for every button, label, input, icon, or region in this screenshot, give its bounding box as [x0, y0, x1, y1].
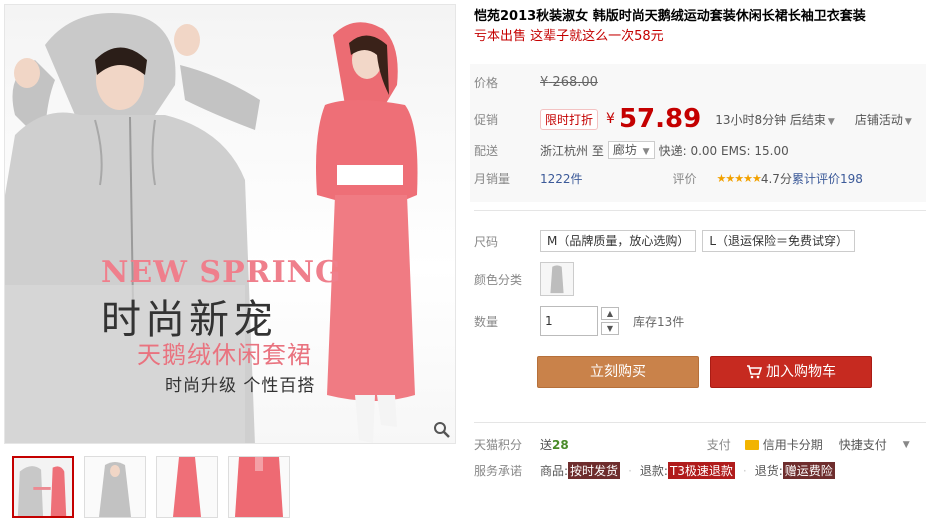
fast-refund-tag[interactable]: T3极速退款 [667, 462, 735, 479]
points-send: 送 [540, 438, 553, 452]
size-label: 尺码 [474, 234, 499, 249]
cart-icon [747, 365, 763, 379]
shop-event-dropdown[interactable]: 店铺活动 ▼ [855, 111, 912, 128]
thumbnail-4[interactable] [228, 456, 290, 518]
color-label: 颜色分类 [474, 272, 523, 287]
quantity-stepper: ▲ ▼ [601, 307, 619, 335]
thumbnail-1[interactable] [12, 456, 74, 518]
shipping-row: 配送 浙江杭州 至 廊坊 ▼ 快递: 0.00 EMS: 15.00 [474, 141, 789, 159]
product-title: 恺苑2013秋装淑女 韩版时尚天鹅绒运动套装休闲长裙长袖卫衣套装 [474, 9, 866, 24]
quantity-decrease-button[interactable]: ▼ [601, 322, 619, 335]
quantity-increase-button[interactable]: ▲ [601, 307, 619, 320]
color-row: 颜色分类 [474, 262, 574, 296]
thumbnail-strip [12, 456, 290, 520]
thumbnail-3[interactable] [156, 456, 218, 518]
main-product-image[interactable]: NEW SPRING 时尚新宠 天鹅绒休闲套裙 时尚升级 个性百搭 [4, 4, 456, 444]
service-label: 服务承诺 [474, 464, 523, 478]
service-row: 服务承诺 商品: 按时发货 · 退款: T3极速退款 · 退货: 赠运费险 [474, 462, 835, 479]
promo-price-label: 促销 [474, 112, 499, 127]
chevron-down-icon: ▼ [827, 116, 835, 127]
promo-headline-en: NEW SPRING [101, 255, 342, 290]
chevron-down-icon[interactable]: ▼ [903, 440, 910, 450]
destination-select[interactable]: 廊坊 ▼ [607, 141, 655, 159]
credit-installment[interactable]: 信用卡分期 [744, 436, 823, 453]
divider [474, 210, 926, 211]
quantity-label: 数量 [474, 314, 499, 329]
shipping-fee: 快递: 0.00 EMS: 15.00 [658, 143, 789, 158]
divider [474, 422, 926, 423]
original-price-row: 价格 ¥ 268.00 [474, 74, 598, 91]
return-label: 退货: [754, 464, 783, 478]
quick-pay[interactable]: 快捷支付 [839, 436, 887, 453]
size-option-m[interactable]: M（品牌质量，放心选购） [540, 230, 697, 252]
separator: · [742, 463, 747, 478]
promo-price: 57.89 [618, 104, 702, 134]
chevron-down-icon: ▼ [642, 147, 650, 157]
zoom-icon[interactable] [433, 421, 451, 439]
on-time-delivery-tag[interactable]: 按时发货 [568, 462, 621, 479]
chevron-down-icon: ▼ [904, 116, 912, 127]
add-to-cart-button[interactable]: 加入购物车 [710, 356, 872, 388]
model-pink-outfit [316, 22, 418, 443]
shipping-from: 浙江杭州 至 [540, 143, 604, 158]
refund-label: 退款: [639, 464, 668, 478]
points-label: 天猫积分 [474, 438, 523, 452]
rating-score: 4.7分 [760, 172, 792, 186]
stock-count: 库存13件 [633, 314, 685, 329]
shipping-label: 配送 [474, 143, 499, 158]
original-price: ¥ 268.00 [540, 75, 598, 90]
promo-tagline: 时尚升级 个性百搭 [165, 376, 316, 396]
promo-currency: ¥ [606, 111, 615, 127]
buy-now-button[interactable]: 立刻购买 [537, 356, 699, 388]
original-price-label: 价格 [474, 76, 499, 90]
payment-label: 支付 [706, 438, 731, 452]
promo-subline: 天鹅绒休闲套裙 [137, 341, 312, 369]
monthly-sales-label: 月销量 [474, 172, 511, 186]
size-option-l[interactable]: L（退运保险＝免费试穿） [702, 230, 856, 252]
points-value: 28 [552, 437, 569, 452]
product-page: NEW SPRING 时尚新宠 天鹅绒休闲套裙 时尚升级 个性百搭 恺苑2013… [0, 0, 930, 522]
monthly-sales-value: 1222件 [540, 172, 583, 186]
return-insurance-tag[interactable]: 赠运费险 [782, 462, 835, 479]
thumbnail-2[interactable] [84, 456, 146, 518]
promo-price-row: 促销 限时打折 ¥ 57.89 13小时8分钟 后结束 ▼ 店铺活动 ▼ [474, 104, 912, 134]
promo-badge: 限时打折 [540, 108, 599, 130]
product-subtitle: 亏本出售 这辈子就这么一次58元 [474, 29, 664, 44]
credit-card-icon [744, 440, 759, 450]
promo-countdown[interactable]: 13小时8分钟 后结束 ▼ [715, 111, 835, 128]
points-row: 天猫积分 送 28 支付 信用卡分期 快捷支付 ▼ [474, 436, 910, 453]
quantity-input[interactable] [540, 306, 598, 336]
review-count-link[interactable]: 累计评价198 [792, 170, 863, 187]
size-row: 尺码 M（品牌质量，放心选购） L（退运保险＝免费试穿） [474, 230, 861, 252]
rating-label: 评价 [672, 172, 697, 186]
sales-row: 月销量 1222件 评价 ★★★★★ 4.7分 累计评价198 [474, 170, 863, 187]
goods-label: 商品: [540, 464, 569, 478]
rating-stars: ★★★★★ [716, 172, 762, 185]
separator: · [628, 463, 632, 478]
quantity-row: 数量 ▲ ▼ 库存13件 [474, 306, 684, 336]
color-swatch[interactable] [540, 262, 574, 296]
product-details: 恺苑2013秋装淑女 韩版时尚天鹅绒运动套装休闲长裙长袖卫衣套装 亏本出售 这辈… [470, 8, 926, 518]
image-gallery: NEW SPRING 时尚新宠 天鹅绒休闲套裙 时尚升级 个性百搭 [4, 4, 456, 520]
